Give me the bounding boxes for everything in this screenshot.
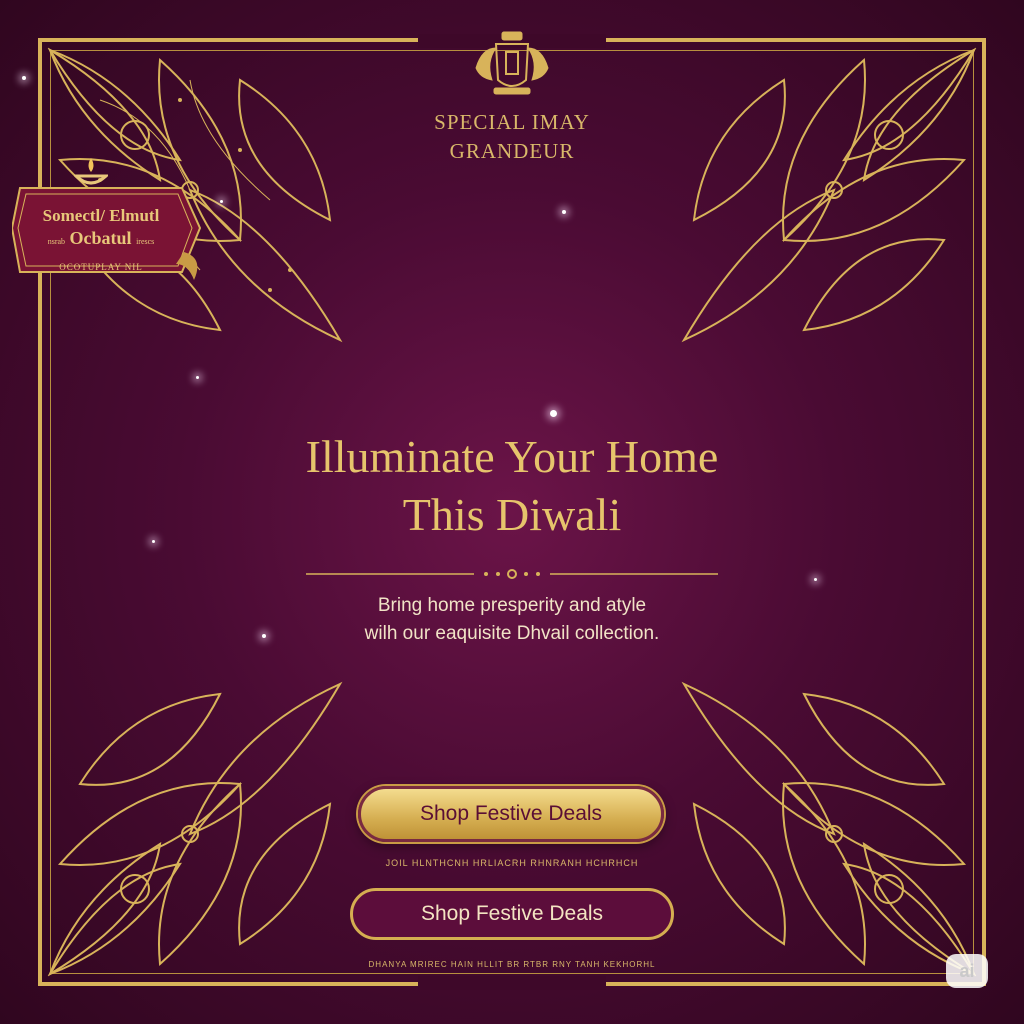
mandala-corner-bottom-right: [664, 664, 984, 984]
brand-line-2: GRANDEUR: [449, 139, 575, 163]
frame-gap-bottom: [418, 976, 606, 990]
crest-icon: [472, 28, 552, 100]
badge-line-2: nsrab Ocbatul irescs: [12, 228, 190, 249]
sparkle: [562, 210, 566, 214]
subtitle-line-1: Bring home presperity and atyle: [377, 595, 647, 616]
sparkle: [814, 578, 817, 581]
badge-line-3: OCOTUPLAY NIL: [59, 262, 143, 272]
brand-name: SPECIAL IMAY GRANDEUR: [380, 108, 644, 166]
cta-fineprint: JOIL HLNTHCNH HRLIACRH RHNRANH HCHRHCH: [385, 858, 639, 868]
shop-festive-deals-secondary-button[interactable]: Shop Festive Deals: [350, 888, 674, 940]
ai-watermark-badge: ai: [946, 954, 988, 988]
headline-line-1: Illuminate Your Home: [305, 431, 719, 482]
badge-line-2-left: nsrab: [47, 237, 66, 246]
headline-line-2: This Diwali: [402, 489, 622, 540]
sparkle: [220, 200, 223, 203]
promo-badge: Somectl/ Elmutl nsrab Ocbatul irescs OCO…: [12, 158, 204, 290]
brand-line-1: SPECIAL IMAY: [434, 110, 590, 134]
sparkle: [196, 376, 199, 379]
sparkle: [22, 76, 26, 80]
shop-festive-deals-button[interactable]: Shop Festive Deals: [358, 786, 664, 842]
sparkle: [152, 540, 155, 543]
ornament-divider: [306, 569, 718, 579]
hero-headline: Illuminate Your Home This Diwali: [162, 428, 862, 544]
sparkle: [550, 410, 557, 417]
badge-line-1: Somectl/ Elmutl: [42, 206, 160, 225]
subtitle-line-2: wilh our eaquisite Dhvail collection.: [364, 623, 660, 644]
hero-subtitle: Bring home presperity and atyle wilh our…: [212, 592, 812, 648]
mandala-icon: [681, 47, 977, 343]
mandala-icon: [681, 681, 977, 977]
badge-line-2-right: irescs: [136, 237, 155, 246]
mandala-corner-top-right: [664, 40, 984, 360]
badge-line-2-main: Ocbatul: [69, 228, 132, 248]
terms-text: DHANYA MRIREC HAIN HLLIT BR RTBR RNY TAN…: [368, 960, 656, 969]
mandala-corner-bottom-left: [40, 664, 360, 984]
mandala-icon: [47, 681, 343, 977]
diya-icon: [74, 158, 108, 185]
